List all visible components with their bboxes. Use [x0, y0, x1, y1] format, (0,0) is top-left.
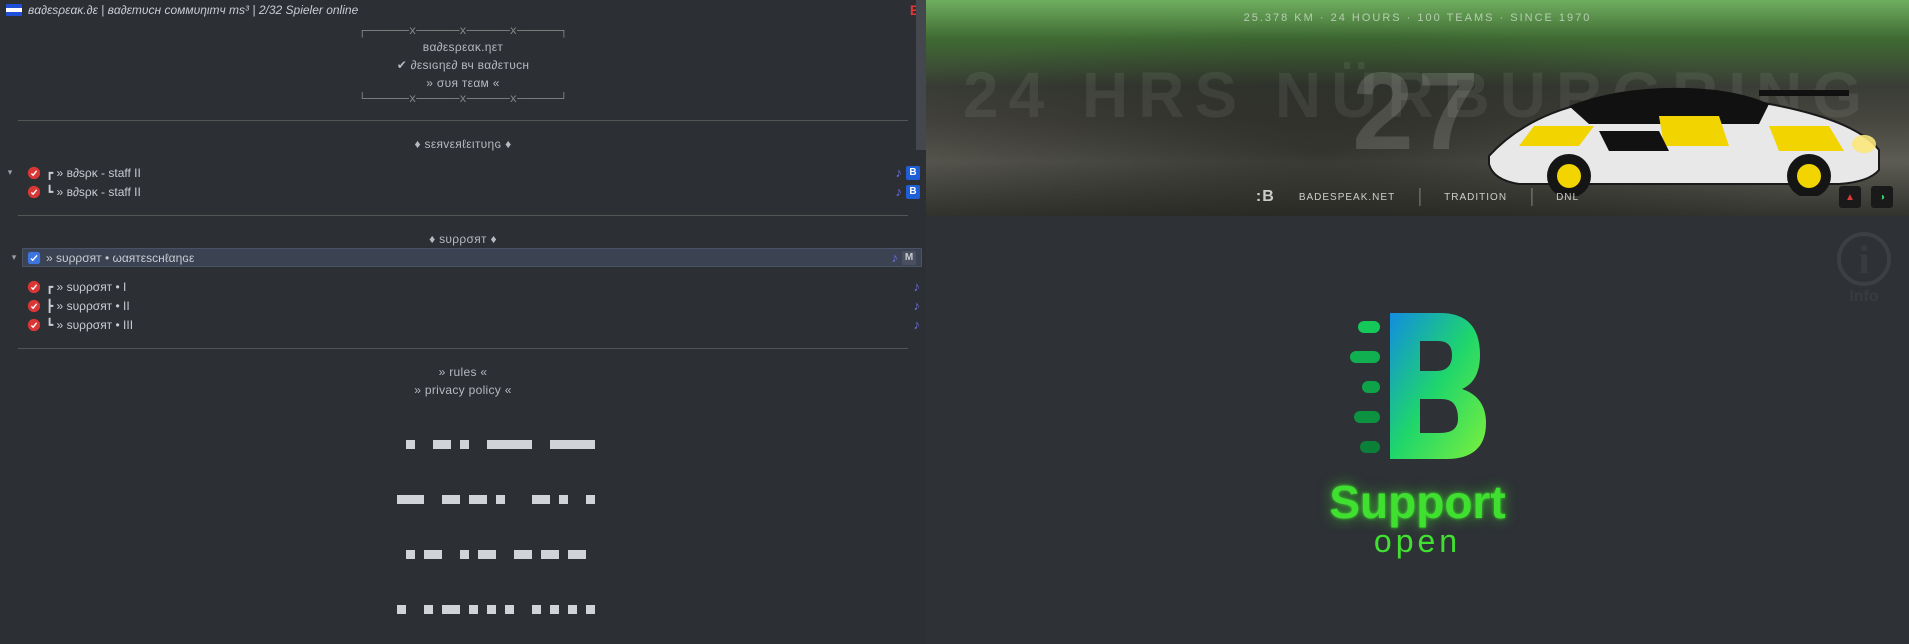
banner-logo-brand: BADESPEAK.NET — [1299, 192, 1395, 203]
b-badge-icon: B — [906, 166, 920, 180]
banner-logo-3: DNL — [1556, 192, 1579, 203]
brand-b-icon: :B — [1256, 188, 1275, 206]
channel-label: ┗ » sυρρσят • III — [46, 318, 133, 332]
channel-support-queue[interactable]: ▾ » sυρρσят • ωαятεscнℓαηɢε ♪ M — [22, 248, 922, 267]
footer-privacy-link[interactable]: » privacy policy « — [0, 381, 926, 399]
ascii-frame-top: ┌──────x──────x──────x──────┐ — [0, 24, 926, 38]
b-badge-icon: B — [906, 185, 920, 199]
footer-rules-link[interactable]: » rules « — [0, 363, 926, 381]
m-badge-icon: M — [902, 251, 916, 265]
channel-label: ┗ » в∂sρκ - staff II — [46, 185, 141, 199]
channel-label: ┣ » sυρρσят • II — [46, 299, 130, 313]
support-status: open — [1374, 523, 1461, 560]
expand-icon[interactable]: ▾ — [8, 252, 20, 263]
info-panel: 25.378 KM · 24 HOURS · 100 TEAMS · SINCE… — [926, 0, 1909, 644]
music-icon: ♪ — [896, 184, 903, 199]
channel-tree-panel: вα∂εsρεακ.∂ε | вα∂εтυcн coммυηιтч тs³ | … — [0, 0, 926, 644]
music-icon: ♪ — [896, 165, 903, 180]
support-status-block: Support open — [926, 216, 1909, 644]
locked-channel-icon — [26, 165, 42, 181]
locked-channel-icon — [26, 298, 42, 314]
ascii-frame-bottom: └──────x──────x──────x──────┘ — [0, 92, 926, 106]
ascii-block-art — [0, 407, 926, 644]
divider — [18, 120, 908, 121]
section-title-serverleitung[interactable]: ♦ sεяvεяℓειтυηɢ ♦ — [0, 135, 926, 153]
support-title: Support — [1329, 475, 1505, 529]
support-logo — [1328, 301, 1508, 471]
expand-icon[interactable]: ▾ — [4, 167, 16, 178]
scrollbar-thumb[interactable] — [916, 0, 926, 150]
locked-channel-icon — [26, 184, 42, 200]
channel-support-3[interactable]: ┗ » sυρρσят • III ♪ — [0, 315, 926, 334]
sim-logos: ▲ ◑ — [1839, 186, 1893, 208]
music-icon: ♪ — [914, 317, 921, 332]
channel-staff-1[interactable]: ▾ ┏ » в∂sρκ - staff II ♪ B — [0, 163, 926, 182]
banner-image: 25.378 KM · 24 HOURS · 100 TEAMS · SINCE… — [926, 0, 1909, 216]
header-line-1[interactable]: вα∂εsρεακ.ηεт — [0, 38, 926, 56]
locked-channel-icon — [26, 317, 42, 333]
divider — [18, 215, 908, 216]
header-line-3[interactable]: » συя тεαм « — [0, 74, 926, 92]
channel-label: ┏ » в∂sρκ - staff II — [46, 166, 141, 180]
racecar-graphic — [1459, 46, 1889, 196]
channel-staff-2[interactable]: ┗ » в∂sρκ - staff II ♪ B — [0, 182, 926, 201]
divider — [18, 348, 908, 349]
music-icon: ♪ — [892, 250, 899, 265]
server-header[interactable]: вα∂εsρεακ.∂ε | вα∂εтυcн coммυηιтч тs³ | … — [0, 0, 926, 20]
locked-channel-icon — [26, 279, 42, 295]
channel-label: ┏ » sυρρσят • I — [46, 280, 126, 294]
channel-tree[interactable]: ┌──────x──────x──────x──────┐ вα∂εsρεακ.… — [0, 20, 926, 644]
channel-label: » sυρρσят • ωαятεscнℓαηɢε — [46, 251, 194, 265]
sim-logo-2: ◑ — [1871, 186, 1893, 208]
server-title: вα∂εsρεακ.∂ε | вα∂εтυcн coммυηιтч тs³ | … — [28, 3, 358, 17]
banner-logo-2: TRADITION — [1444, 192, 1507, 203]
server-icon — [6, 4, 22, 16]
music-icon: ♪ — [914, 279, 921, 294]
banner-topline: 25.378 KM · 24 HOURS · 100 TEAMS · SINCE… — [1244, 12, 1592, 24]
open-channel-icon — [26, 250, 42, 266]
channel-support-1[interactable]: ┏ » sυρρσят • I ♪ — [0, 277, 926, 296]
sim-logo-1: ▲ — [1839, 186, 1861, 208]
music-icon: ♪ — [914, 298, 921, 313]
header-line-2[interactable]: ✔ ∂εsιɢηε∂ вч вα∂εтυcн — [0, 56, 926, 74]
banner-logo-row: :B BADESPEAK.NET TRADITION DNL — [1256, 188, 1579, 206]
section-title-support[interactable]: ♦ sυρρσят ♦ — [0, 230, 926, 248]
channel-support-2[interactable]: ┣ » sυρρσят • II ♪ — [0, 296, 926, 315]
